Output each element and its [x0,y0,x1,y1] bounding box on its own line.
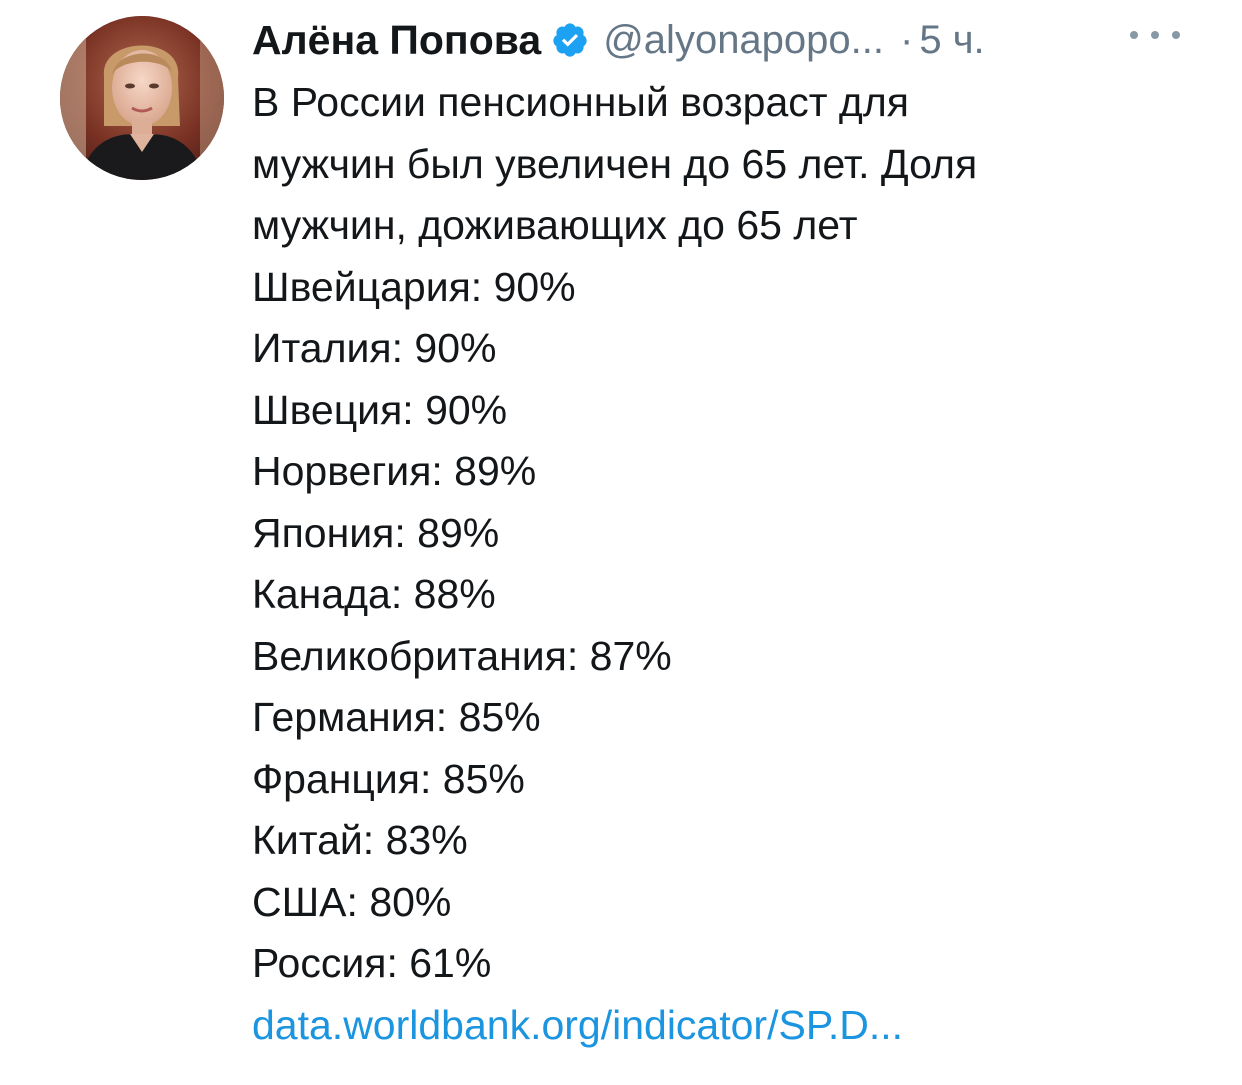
country-stat: Китай: 83% [252,817,468,863]
country-stat: Норвегия: 89% [252,448,537,494]
tweet-text: В России пенсионный возраст для мужчин б… [252,72,1212,1056]
avatar[interactable] [60,16,224,180]
author-handle[interactable]: @alyonapopo... [603,18,884,63]
country-stat: Швейцария: 90% [252,263,576,310]
country-stat: Канада: 88% [252,571,496,617]
tweet-text-line: мужчин был увеличен до 65 лет. Доля [252,140,978,187]
more-dot [1151,31,1159,39]
country-stat: Япония: 89% [252,509,500,556]
verified-badge-icon [551,21,589,59]
more-options-icon[interactable] [1130,20,1180,50]
country-stat: Великобритания: 87% [252,632,672,679]
tweet-text-line: В России пенсионный возраст для [252,79,909,125]
author-name[interactable]: Алёна Попова [252,17,541,64]
tweet-timestamp[interactable]: 5 ч. [919,18,984,63]
country-stat: Россия: 61% [252,940,492,986]
source-link[interactable]: data.worldbank.org/indicator/SP.D... [252,995,1212,1057]
more-dot [1172,31,1180,39]
country-stat: Франция: 85% [252,755,525,802]
header-separator: · [900,17,914,62]
tweet-text-line: мужчин, доживающих до 65 лет [252,202,858,248]
country-stat: Италия: 90% [252,325,497,371]
country-stat: США: 80% [252,878,452,925]
more-dot [1130,31,1138,39]
tweet: Алёна Попова @alyonapopo... · 5 ч. В Рос… [0,0,1242,1085]
country-stat: Германия: 85% [252,694,541,740]
tweet-header: Алёна Попова @alyonapopo... · 5 ч. [252,14,1192,66]
country-stat: Швеция: 90% [252,386,508,433]
